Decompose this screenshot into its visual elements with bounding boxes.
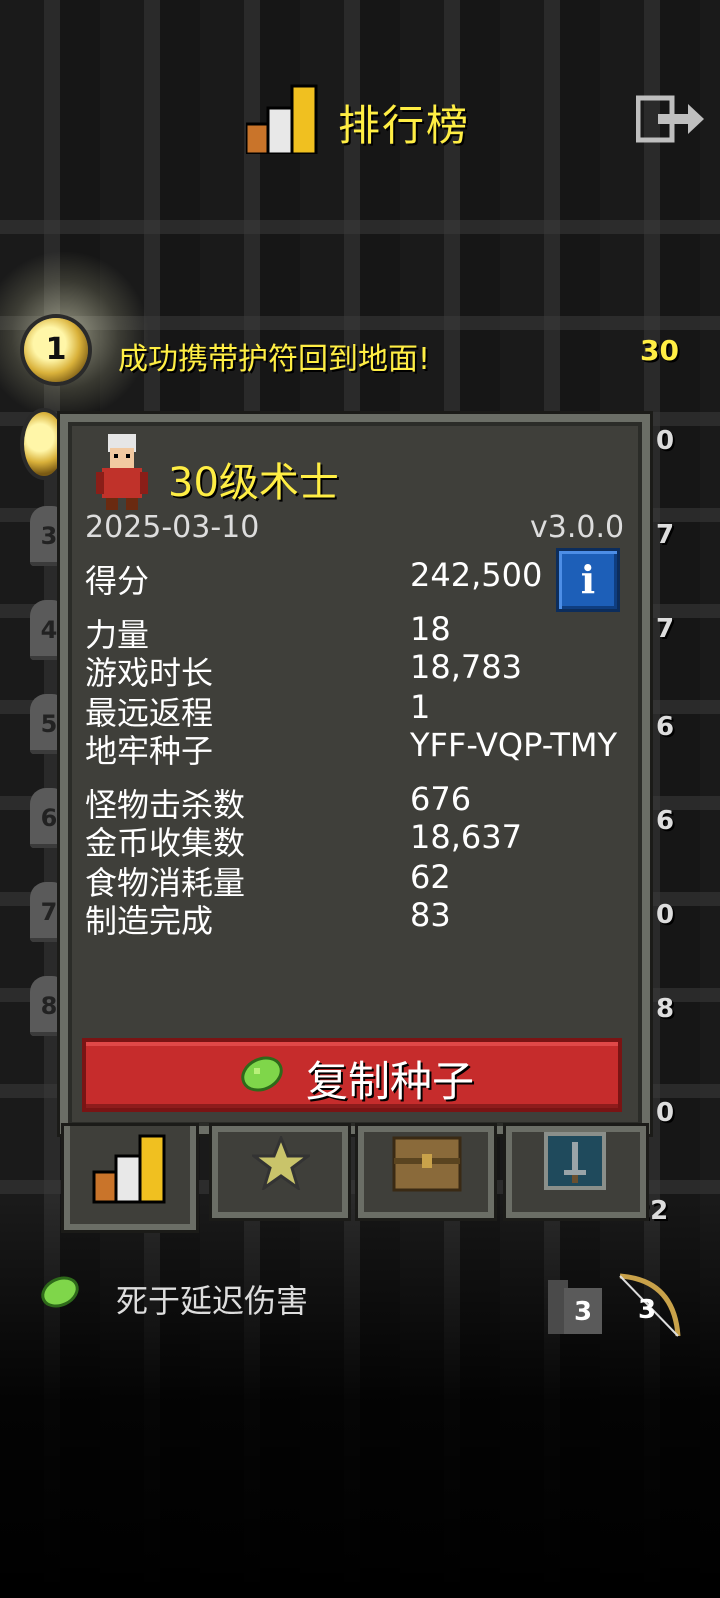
side-score: 0 (656, 426, 675, 456)
side-score: 6 (656, 806, 675, 836)
exit-icon[interactable] (636, 94, 706, 144)
stat-label-score: 得分 (85, 562, 150, 600)
stat-value-food: 62 (410, 858, 451, 896)
bow-icon: 3 (619, 1273, 681, 1337)
rank-badge-gold: 1 (24, 318, 88, 382)
info-button[interactable]: i (556, 548, 620, 612)
seed-icon (241, 1056, 283, 1092)
side-score: 7 (656, 614, 675, 644)
stat-value-gold: 18,637 (410, 818, 522, 856)
bottom-entry-description[interactable]: 死于延迟伤害 (116, 1276, 308, 1322)
side-score: 6 (656, 712, 675, 742)
sword-shield-icon (544, 1132, 606, 1190)
warlock-portrait-icon (96, 434, 148, 510)
game-version: v3.0.0 (530, 510, 625, 545)
leaderboard-icon (246, 84, 318, 154)
side-score: 0 (656, 1098, 675, 1128)
stat-label-seed: 地牢种子 (85, 732, 214, 770)
copy-seed-label: 复制种子 (306, 1057, 475, 1106)
stat-label-crafted: 制造完成 (85, 902, 214, 940)
stat-value-duration: 18,783 (410, 648, 522, 686)
seed-icon (41, 1276, 79, 1308)
stat-value-furthest-return: 1 (410, 688, 431, 726)
stat-value-crafted: 83 (410, 896, 451, 934)
side-score: 7 (656, 520, 675, 550)
grave-icon: 3 (548, 1280, 602, 1334)
grave-count: 3 (574, 1297, 592, 1327)
hero-title: 30级术士 (168, 460, 339, 506)
chest-icon (392, 1136, 462, 1192)
side-score: 8 (656, 994, 675, 1024)
bow-count: 3 (638, 1295, 656, 1325)
stat-value-seed: YFF-VQP-TMY (410, 726, 618, 764)
star-icon (252, 1136, 310, 1190)
rank-badge-2 (24, 412, 64, 476)
side-score: 0 (656, 900, 675, 930)
stat-value-strength: 18 (410, 610, 451, 648)
page-title: 排行榜 (338, 101, 471, 150)
top-entry-score: 30 (640, 334, 679, 367)
stat-value-kills: 676 (410, 780, 472, 818)
run-date: 2025-03-10 (85, 510, 260, 545)
top-entry-description[interactable]: 成功携带护符回到地面! (118, 334, 430, 378)
bar-chart-icon (92, 1134, 166, 1204)
stat-value-score: 242,500 (410, 556, 543, 594)
